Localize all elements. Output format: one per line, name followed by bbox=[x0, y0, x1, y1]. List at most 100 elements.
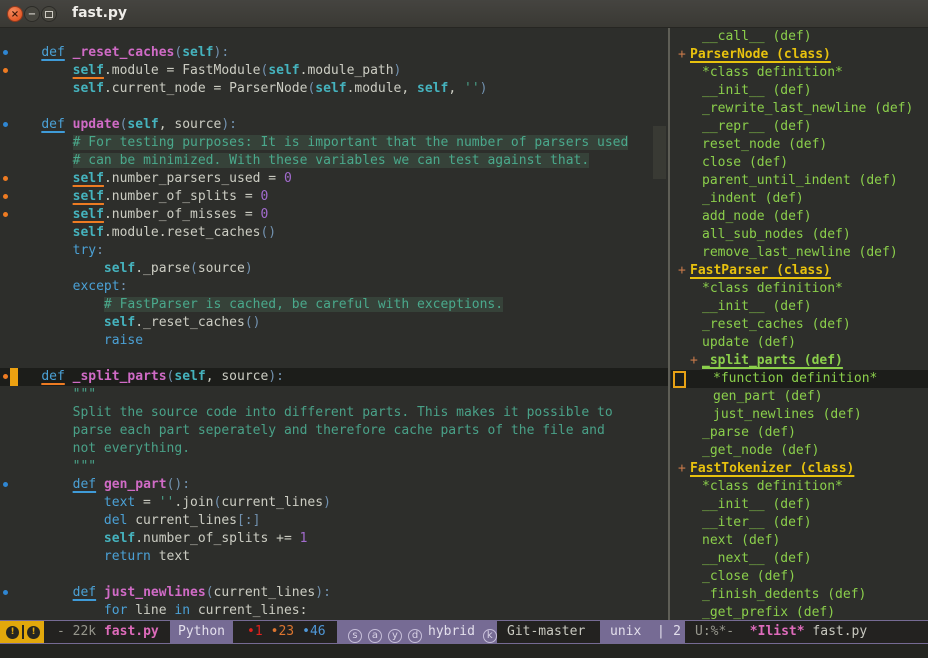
indent bbox=[10, 261, 104, 276]
code-line[interactable]: return text bbox=[0, 548, 669, 566]
imenu-item[interactable]: __iter__ (def) bbox=[671, 514, 928, 532]
code-line[interactable]: """ bbox=[0, 386, 669, 404]
imenu-item[interactable]: __init__ (def) bbox=[671, 298, 928, 316]
code-line[interactable]: text = ''.join(current_lines) bbox=[0, 494, 669, 512]
imenu-item[interactable]: *class definition* bbox=[671, 64, 928, 82]
flycheck-count[interactable]: •1 bbox=[247, 624, 263, 639]
imenu-item-label: ParserNode (class) bbox=[690, 46, 831, 64]
code-line[interactable]: try: bbox=[0, 242, 669, 260]
code-line[interactable]: raise bbox=[0, 332, 669, 350]
code-token: source bbox=[198, 261, 245, 276]
code-line[interactable]: self._reset_caches() bbox=[0, 314, 669, 332]
imenu-item[interactable]: __repr__ (def) bbox=[671, 118, 928, 136]
imenu-item[interactable]: +FastParser (class) bbox=[671, 262, 928, 280]
imenu-item[interactable]: gen_part (def) bbox=[671, 388, 928, 406]
code-line[interactable]: parse each part seperately and therefore… bbox=[0, 422, 669, 440]
imenu-item[interactable]: +_split_parts (def) bbox=[671, 352, 928, 370]
code-line[interactable]: del current_lines[:] bbox=[0, 512, 669, 530]
modeline-text: unix | bbox=[610, 624, 665, 639]
code-token: parse each part seperately and therefore… bbox=[73, 423, 605, 438]
code-line-text: self.number_of_splits += 1 bbox=[10, 531, 307, 546]
expand-plus-icon[interactable]: + bbox=[678, 262, 686, 280]
imenu-item-label: _indent (def) bbox=[702, 190, 804, 208]
code-line[interactable]: def _split_parts(self, source): bbox=[0, 368, 669, 386]
code-line[interactable]: """ bbox=[0, 458, 669, 476]
major-mode-segment[interactable]: Python bbox=[170, 621, 233, 643]
imenu-sidebar[interactable]: __call__ (def)+ParserNode (class)*class … bbox=[671, 28, 928, 620]
code-line[interactable]: self.module.reset_caches() bbox=[0, 224, 669, 242]
imenu-item[interactable]: just_newlines (def) bbox=[671, 406, 928, 424]
code-line[interactable]: # For testing purposes: It is important … bbox=[0, 134, 669, 152]
code-line[interactable]: def _reset_caches(self): bbox=[0, 44, 669, 62]
code-line[interactable]: self.number_of_misses = 0 bbox=[0, 206, 669, 224]
imenu-item[interactable]: __init__ (def) bbox=[671, 496, 928, 514]
imenu-item[interactable]: _finish_dedents (def) bbox=[671, 586, 928, 604]
code-line[interactable]: self.number_parsers_used = 0 bbox=[0, 170, 669, 188]
indent bbox=[10, 333, 104, 348]
imenu-item[interactable]: *class definition* bbox=[671, 478, 928, 496]
imenu-item[interactable]: _rewrite_last_newline (def) bbox=[671, 100, 928, 118]
imenu-item[interactable]: *function definition* bbox=[671, 370, 928, 388]
code-line[interactable]: not everything. bbox=[0, 440, 669, 458]
imenu-item[interactable]: _get_prefix (def) bbox=[671, 604, 928, 620]
imenu-item[interactable]: update (def) bbox=[671, 334, 928, 352]
code-line[interactable]: self.number_of_splits = 0 bbox=[0, 188, 669, 206]
code-token: , bbox=[448, 81, 464, 96]
imenu-item[interactable]: add_node (def) bbox=[671, 208, 928, 226]
code-line[interactable]: # can be minimized. With these variables… bbox=[0, 152, 669, 170]
code-line[interactable]: def update(self, source): bbox=[0, 116, 669, 134]
code-line[interactable]: # FastParser is cached, be careful with … bbox=[0, 296, 669, 314]
code-line[interactable]: def gen_part(): bbox=[0, 476, 669, 494]
imenu-item[interactable]: __init__ (def) bbox=[671, 82, 928, 100]
imenu-item[interactable]: +ParserNode (class) bbox=[671, 46, 928, 64]
imenu-item[interactable]: *class definition* bbox=[671, 280, 928, 298]
code-line[interactable]: except: bbox=[0, 278, 669, 296]
imenu-item[interactable]: _close (def) bbox=[671, 568, 928, 586]
imenu-item[interactable]: _indent (def) bbox=[671, 190, 928, 208]
maximize-button[interactable] bbox=[41, 6, 57, 22]
imenu-item[interactable]: +FastTokenizer (class) bbox=[671, 460, 928, 478]
imenu-item[interactable]: close (def) bbox=[671, 154, 928, 172]
flycheck-count[interactable]: •46 bbox=[302, 624, 325, 639]
window-state-segment: !! bbox=[0, 621, 44, 643]
imenu-item[interactable]: next (def) bbox=[671, 532, 928, 550]
code-token: def bbox=[41, 45, 64, 60]
imenu-item[interactable]: __call__ (def) bbox=[671, 28, 928, 46]
code-window[interactable]: def _reset_caches(self): self.module = F… bbox=[0, 28, 669, 620]
expand-plus-icon[interactable]: + bbox=[690, 352, 698, 370]
code-line[interactable] bbox=[0, 98, 669, 116]
imenu-item[interactable]: _get_node (def) bbox=[671, 442, 928, 460]
imenu-item-label: _reset_caches (def) bbox=[702, 316, 851, 334]
imenu-item[interactable]: __next__ (def) bbox=[671, 550, 928, 568]
indent bbox=[10, 45, 41, 60]
code-line[interactable]: self.number_of_splits += 1 bbox=[0, 530, 669, 548]
imenu-item[interactable]: _reset_caches (def) bbox=[671, 316, 928, 334]
code-token: ( bbox=[206, 585, 214, 600]
code-line[interactable] bbox=[0, 566, 669, 584]
imenu-item[interactable]: parent_until_indent (def) bbox=[671, 172, 928, 190]
imenu-item[interactable]: all_sub_nodes (def) bbox=[671, 226, 928, 244]
imenu-item[interactable]: reset_node (def) bbox=[671, 136, 928, 154]
expand-plus-icon[interactable]: + bbox=[678, 460, 686, 478]
close-button[interactable]: × bbox=[7, 6, 23, 22]
minimize-button[interactable]: − bbox=[24, 6, 40, 22]
code-line[interactable]: def just_newlines(current_lines): bbox=[0, 584, 669, 602]
window-divider[interactable] bbox=[668, 28, 670, 620]
code-token: self bbox=[73, 63, 104, 78]
code-line[interactable]: self.module = FastModule(self.module_pat… bbox=[0, 62, 669, 80]
imenu-item[interactable]: _parse (def) bbox=[671, 424, 928, 442]
flycheck-segment[interactable]: •1 •23 •46 bbox=[233, 621, 337, 643]
imenu-item-label: add_node (def) bbox=[702, 208, 812, 226]
flycheck-count[interactable]: •23 bbox=[271, 624, 294, 639]
code-line[interactable]: self.current_node = ParserNode(self.modu… bbox=[0, 80, 669, 98]
code-token: self bbox=[104, 261, 135, 276]
code-line[interactable]: for line in current_lines: bbox=[0, 602, 669, 620]
scrollbar-thumb[interactable] bbox=[653, 126, 666, 179]
imenu-item[interactable]: remove_last_newline (def) bbox=[671, 244, 928, 262]
git-branch-segment[interactable]: Git-master bbox=[497, 621, 600, 643]
maximize-icon bbox=[45, 11, 53, 18]
expand-plus-icon[interactable]: + bbox=[678, 46, 686, 64]
code-line[interactable] bbox=[0, 350, 669, 368]
code-line[interactable]: Split the source code into different par… bbox=[0, 404, 669, 422]
code-line[interactable]: self._parse(source) bbox=[0, 260, 669, 278]
